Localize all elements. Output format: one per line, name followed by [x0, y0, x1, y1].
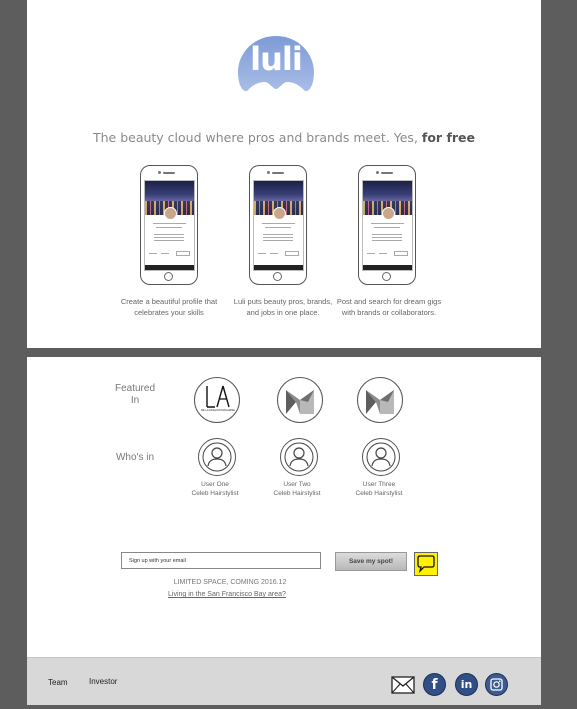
profile-screen [144, 180, 195, 271]
user-caption: User One Celeb Hairstylist [170, 480, 260, 498]
user-icon [366, 442, 396, 472]
mail-button[interactable] [391, 676, 415, 694]
mail-icon [391, 676, 415, 694]
investor-link[interactable]: Investor [89, 677, 117, 686]
team-link[interactable]: Team [48, 678, 68, 687]
whos-in-label: Who's in [115, 452, 155, 463]
bay-area-link[interactable]: Living in the San Francisco Bay area? [130, 591, 366, 598]
facebook-icon: f [431, 677, 438, 693]
avatar [164, 207, 177, 220]
profile-screen [362, 180, 413, 271]
home-button-icon [273, 272, 282, 281]
user-avatar[interactable] [198, 438, 236, 476]
linkedin-icon: in [460, 678, 473, 691]
linkedin-button[interactable]: in [455, 673, 478, 696]
profile-screen [253, 180, 304, 271]
email-signup-input[interactable]: Sign up with your email [121, 552, 321, 569]
tagline: The beauty cloud where pros and brands m… [27, 130, 541, 145]
feature-caption: Post and search for dream gigs with bran… [336, 297, 442, 317]
phone-mockup [358, 165, 416, 285]
featured-logo-m[interactable] [357, 377, 403, 423]
user-avatar[interactable] [362, 438, 400, 476]
user-icon [284, 442, 314, 472]
facebook-button[interactable]: f [423, 673, 446, 696]
avatar [273, 207, 286, 220]
user-caption: User Two Celeb Hairstylist [252, 480, 342, 498]
home-button-icon [164, 272, 173, 281]
logo-wordmark: luli [250, 40, 303, 78]
avatar [382, 207, 395, 220]
featured-in-label: Featured In [114, 383, 156, 406]
tagline-emphasis: for free [421, 130, 476, 145]
featured-logo-m[interactable] [277, 377, 323, 423]
m-logo-icon [286, 390, 314, 414]
tagline-text: The beauty cloud where pros and brands m… [92, 130, 418, 145]
m-logo-icon [366, 390, 394, 414]
user-name: User One [201, 481, 229, 488]
feature-caption: Luli puts beauty pros, brands, and jobs … [233, 297, 333, 317]
user-role: Celeb Hairstylist [273, 490, 321, 497]
phone-mockup [249, 165, 307, 285]
limited-space-notice: LIMITED SPACE, COMING 2016.12 [173, 579, 287, 586]
user-role: Celeb Hairstylist [355, 490, 403, 497]
chat-bubble-icon [417, 555, 435, 574]
user-icon [202, 442, 232, 472]
save-my-spot-button[interactable]: Save my spot! [335, 552, 407, 571]
instagram-icon [490, 678, 503, 691]
user-name: User Three [362, 481, 396, 488]
luli-logo[interactable]: luli [237, 34, 315, 94]
user-avatar[interactable] [280, 438, 318, 476]
instagram-button[interactable] [485, 673, 508, 696]
la-logo-subtext: DE LA FASHION MAGAZINE [201, 409, 235, 412]
la-magazine-icon [206, 385, 230, 408]
user-caption: User Three Celeb Hairstylist [334, 480, 424, 498]
featured-logo-la[interactable]: DE LA FASHION MAGAZINE [194, 377, 240, 423]
phone-mockup [140, 165, 198, 285]
user-role: Celeb Hairstylist [191, 490, 239, 497]
feature-caption: Create a beautiful profile that celebrat… [120, 297, 218, 317]
user-name: User Two [283, 481, 311, 488]
home-button-icon [382, 272, 391, 281]
chat-button[interactable] [414, 552, 438, 576]
